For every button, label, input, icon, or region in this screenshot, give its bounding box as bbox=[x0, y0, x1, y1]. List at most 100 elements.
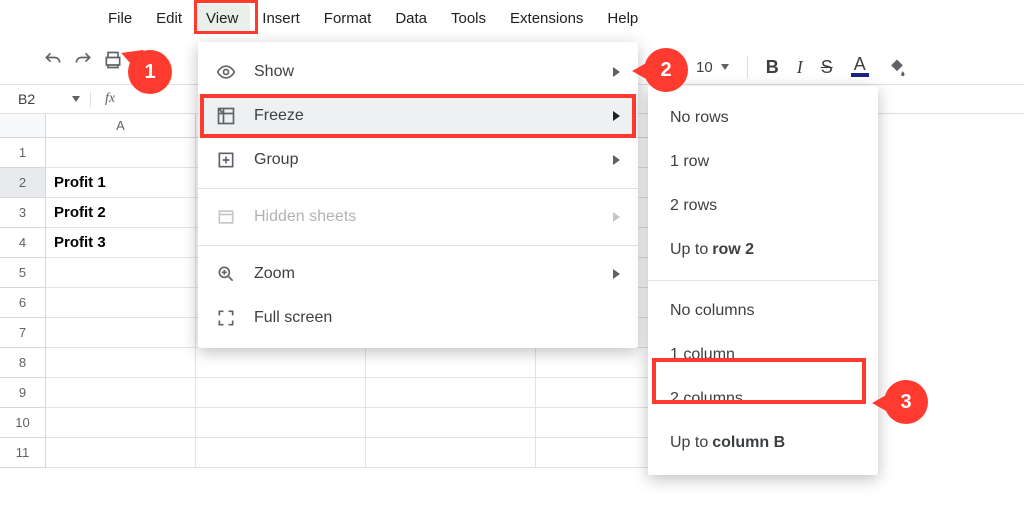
row-header[interactable]: 2 bbox=[0, 168, 46, 198]
row-header[interactable]: 4 bbox=[0, 228, 46, 258]
menu-view[interactable]: View bbox=[194, 4, 250, 33]
group-icon bbox=[216, 150, 236, 170]
fx-icon: fx bbox=[90, 91, 129, 107]
hidden-sheets-icon bbox=[216, 207, 236, 227]
freeze-1-column[interactable]: 1 column bbox=[648, 333, 878, 377]
italic-button[interactable]: I bbox=[797, 57, 803, 78]
menuitem-label: Hidden sheets bbox=[254, 208, 356, 226]
fill-color-button[interactable] bbox=[887, 57, 907, 77]
print-icon[interactable] bbox=[102, 49, 124, 71]
row-header[interactable]: 5 bbox=[0, 258, 46, 288]
freeze-submenu: No rows 1 row 2 rows Up to row 2 No colu… bbox=[648, 86, 878, 475]
cell[interactable] bbox=[366, 438, 536, 468]
cell[interactable] bbox=[46, 318, 196, 348]
cell[interactable] bbox=[366, 348, 536, 378]
freeze-up-to-column[interactable]: Up to column B bbox=[648, 421, 878, 465]
cell[interactable] bbox=[46, 138, 196, 168]
menu-separator bbox=[198, 245, 638, 246]
menuitem-label: Zoom bbox=[254, 265, 295, 283]
bold-button[interactable]: B bbox=[766, 57, 779, 78]
chevron-down-icon bbox=[72, 96, 80, 102]
eye-icon bbox=[216, 62, 236, 82]
cell[interactable] bbox=[366, 408, 536, 438]
font-size-selector[interactable]: 10 bbox=[696, 59, 729, 76]
name-box[interactable]: B2 bbox=[0, 91, 90, 107]
menuitem-label: Group bbox=[254, 151, 298, 169]
row-header[interactable]: 8 bbox=[0, 348, 46, 378]
menu-bar: File Edit View Insert Format Data Tools … bbox=[0, 0, 1024, 36]
menu-tools[interactable]: Tools bbox=[439, 4, 498, 33]
cell[interactable] bbox=[196, 348, 366, 378]
submenu-arrow-icon bbox=[613, 111, 620, 121]
freeze-up-to-row[interactable]: Up to row 2 bbox=[648, 228, 878, 272]
cell[interactable] bbox=[46, 438, 196, 468]
chevron-down-icon bbox=[721, 64, 729, 70]
cell[interactable] bbox=[46, 408, 196, 438]
submenu-arrow-icon bbox=[613, 67, 620, 77]
cell[interactable] bbox=[46, 378, 196, 408]
label-bold: row 2 bbox=[712, 241, 754, 259]
redo-icon[interactable] bbox=[72, 49, 94, 71]
cell[interactable]: Profit 3 bbox=[46, 228, 196, 258]
submenu-arrow-icon bbox=[613, 212, 620, 222]
separator bbox=[747, 56, 748, 78]
freeze-no-columns[interactable]: No columns bbox=[648, 289, 878, 333]
menuitem-group[interactable]: Group bbox=[198, 138, 638, 182]
label-prefix: Up to bbox=[670, 434, 708, 452]
cell[interactable] bbox=[366, 378, 536, 408]
paint-format-icon[interactable] bbox=[132, 49, 154, 71]
menu-data[interactable]: Data bbox=[383, 4, 439, 33]
cell[interactable] bbox=[196, 408, 366, 438]
menu-file[interactable]: File bbox=[96, 4, 144, 33]
menu-separator bbox=[198, 188, 638, 189]
freeze-1-row[interactable]: 1 row bbox=[648, 140, 878, 184]
name-box-value: B2 bbox=[18, 91, 35, 107]
fullscreen-icon bbox=[216, 308, 236, 328]
toolbar-right: 10 B I S A bbox=[696, 56, 907, 78]
freeze-2-columns[interactable]: 2 columns bbox=[648, 377, 878, 421]
cell[interactable] bbox=[46, 288, 196, 318]
freeze-icon bbox=[216, 106, 236, 126]
submenu-arrow-icon bbox=[613, 155, 620, 165]
zoom-icon bbox=[216, 264, 236, 284]
cell[interactable] bbox=[46, 258, 196, 288]
freeze-no-rows[interactable]: No rows bbox=[648, 96, 878, 140]
menuitem-freeze[interactable]: Freeze bbox=[198, 94, 638, 138]
font-size-value: 10 bbox=[696, 59, 713, 76]
row-header[interactable]: 7 bbox=[0, 318, 46, 348]
label-bold: column B bbox=[712, 434, 785, 452]
menu-extensions[interactable]: Extensions bbox=[498, 4, 595, 33]
menuitem-label: Full screen bbox=[254, 309, 332, 327]
submenu-arrow-icon bbox=[613, 269, 620, 279]
text-color-button[interactable]: A bbox=[851, 57, 869, 77]
strikethrough-button[interactable]: S bbox=[821, 57, 833, 78]
menuitem-full-screen[interactable]: Full screen bbox=[198, 296, 638, 340]
cell[interactable] bbox=[196, 438, 366, 468]
menu-separator bbox=[648, 280, 878, 281]
select-all-corner[interactable] bbox=[0, 114, 46, 138]
label-prefix: Up to bbox=[670, 241, 708, 259]
freeze-2-rows[interactable]: 2 rows bbox=[648, 184, 878, 228]
cell[interactable] bbox=[196, 378, 366, 408]
row-header[interactable]: 11 bbox=[0, 438, 46, 468]
menuitem-show[interactable]: Show bbox=[198, 50, 638, 94]
row-header[interactable]: 10 bbox=[0, 408, 46, 438]
cell[interactable]: Profit 2 bbox=[46, 198, 196, 228]
menu-insert[interactable]: Insert bbox=[250, 4, 312, 33]
menu-help[interactable]: Help bbox=[595, 4, 650, 33]
col-header-a[interactable]: A bbox=[46, 114, 196, 138]
row-header[interactable]: 1 bbox=[0, 138, 46, 168]
menuitem-label: Freeze bbox=[254, 107, 304, 125]
row-header[interactable]: 9 bbox=[0, 378, 46, 408]
menuitem-zoom[interactable]: Zoom bbox=[198, 252, 638, 296]
row-header[interactable]: 3 bbox=[0, 198, 46, 228]
view-dropdown: Show Freeze Group Hidden sheets Zoom bbox=[198, 42, 638, 348]
menu-format[interactable]: Format bbox=[312, 4, 384, 33]
menu-edit[interactable]: Edit bbox=[144, 4, 194, 33]
menuitem-label: Show bbox=[254, 63, 294, 81]
row-header[interactable]: 6 bbox=[0, 288, 46, 318]
menuitem-hidden-sheets: Hidden sheets bbox=[198, 195, 638, 239]
cell[interactable]: Profit 1 bbox=[46, 168, 196, 198]
undo-icon[interactable] bbox=[42, 49, 64, 71]
cell[interactable] bbox=[46, 348, 196, 378]
